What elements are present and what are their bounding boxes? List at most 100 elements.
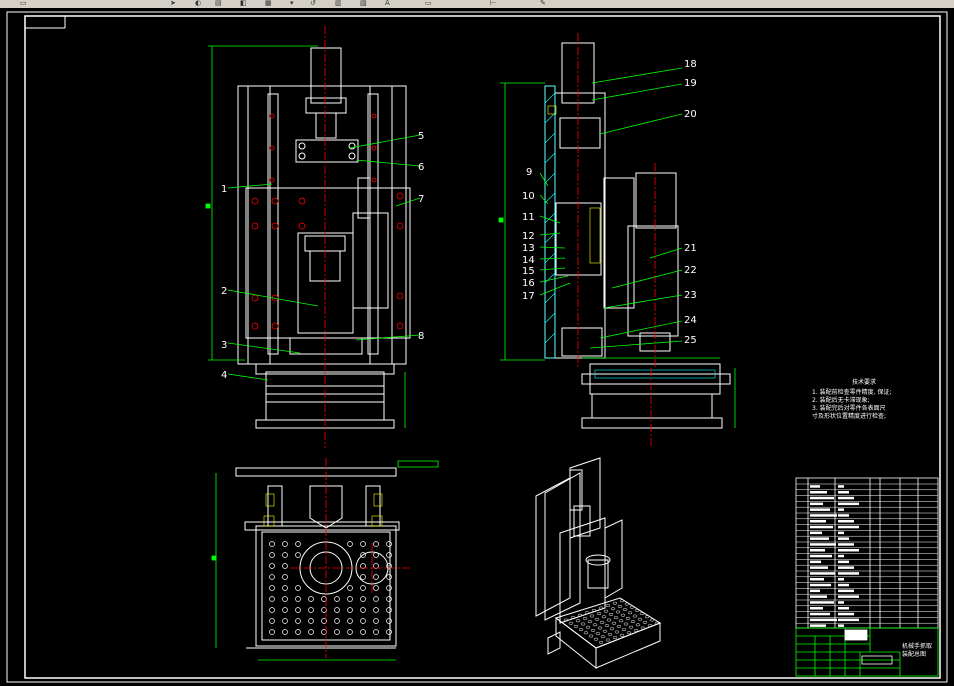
bom-entry-text [810, 612, 830, 616]
line-icon[interactable]: ▭ [425, 0, 432, 7]
bom-entry-text [810, 601, 834, 604]
bom-entry-text [810, 520, 826, 523]
iso-hole [634, 608, 640, 612]
iso-hole [568, 621, 574, 625]
iso-hole [622, 608, 628, 612]
part-label: 9 [526, 167, 532, 178]
undo-icon[interactable]: ↺ [310, 0, 316, 7]
table-icon[interactable]: ▥ [335, 0, 342, 7]
iso-hole [613, 616, 619, 620]
iso-hole [616, 624, 622, 628]
mount-hole [282, 618, 288, 624]
mount-hole [295, 552, 301, 558]
drawing-frame [6, 11, 948, 683]
measure-icon[interactable]: ⊢ [490, 0, 496, 7]
mount-hole [282, 585, 288, 591]
bom-entry-text [810, 589, 820, 593]
mount-hole [295, 607, 301, 613]
iso-hole [625, 616, 631, 620]
bom-entry-text [810, 514, 837, 517]
bom-entry-text [838, 572, 859, 575]
properties-icon[interactable]: ▤ [215, 0, 222, 7]
select-icon[interactable]: ➤ [170, 0, 176, 7]
iso-hole [642, 620, 648, 624]
iso-hole [649, 618, 655, 622]
dropdown-icon[interactable]: ▦ [265, 0, 272, 7]
bom-entry-text [838, 502, 859, 506]
iso-hole [619, 599, 625, 603]
part-labels-front: 1 2 3 4 5 6 7 8 [221, 131, 424, 381]
iso-hole [608, 612, 614, 616]
chart-icon[interactable]: ▧ [360, 0, 367, 7]
iso-hole [600, 635, 606, 639]
front-view-leaders [227, 134, 421, 381]
mount-hole [360, 541, 366, 547]
iso-hole [612, 636, 618, 640]
mount-hole [269, 585, 275, 591]
tech-note-line: 3. 装配完后对零件各表面尺 [812, 404, 886, 412]
mount-hole [269, 596, 275, 602]
iso-hole [620, 613, 626, 617]
mount-hole [347, 629, 353, 635]
mount-hole [347, 585, 353, 591]
layer-icon[interactable]: ◐ [195, 0, 201, 7]
iso-hole [594, 617, 600, 621]
iso-hole [589, 614, 595, 618]
mount-hole [295, 585, 301, 591]
part-label: 23 [684, 290, 697, 301]
iso-hole [614, 630, 620, 634]
mount-hole [269, 563, 275, 569]
refresh-icon[interactable]: ▾ [290, 0, 294, 7]
part-label: 16 [522, 278, 535, 289]
bom-entry-text [810, 624, 826, 627]
front-view [237, 47, 411, 429]
bom-rows [796, 483, 938, 627]
part-label: 20 [684, 109, 697, 120]
iso-hole [590, 628, 596, 632]
bom-entry-text [838, 531, 844, 535]
part-label: 5 [418, 131, 424, 142]
cad-drawing-area[interactable]: 技术要求 1. 装配前检查零件精度, 保证; 2. 装配后无卡滞现象; 3. 装… [0, 8, 954, 686]
iso-hole [605, 604, 611, 608]
iso-hole [585, 625, 591, 629]
iso-hole [580, 622, 586, 626]
mount-hole [282, 596, 288, 602]
part-labels-side: 9 10 11 12 13 14 15 16 17 18 19 20 21 22… [522, 59, 697, 346]
text-icon[interactable]: A [385, 0, 390, 7]
iso-hole [609, 627, 615, 631]
bom-entry-text [838, 566, 854, 569]
bom-entry-text [838, 537, 849, 540]
mount-hole [308, 607, 314, 613]
mount-hole [334, 629, 340, 635]
iso-hole [644, 615, 650, 619]
iso-hole [624, 602, 630, 606]
mount-hole [282, 629, 288, 635]
bom-entry-text [810, 485, 820, 488]
bom-entry-text [810, 496, 834, 500]
mount-hole [295, 596, 301, 602]
mount-hole [373, 596, 379, 602]
iso-hole [597, 626, 603, 630]
isometric-hole-grid [563, 599, 660, 644]
assembly-drawing: 技术要求 1. 装配前检查零件精度, 保证; 2. 装配后无卡滞现象; 3. 装… [6, 11, 948, 683]
mount-hole [360, 629, 366, 635]
bom-entry-text [810, 583, 831, 587]
part-label: 12 [522, 231, 535, 242]
arrow-icon[interactable]: ▭ [20, 0, 27, 7]
titleblock-text: 机械手抓取 装配总图 [902, 642, 932, 658]
iso-hole [607, 632, 613, 636]
iso-hole [619, 633, 625, 637]
match-icon[interactable]: ◧ [240, 0, 247, 7]
mount-hole [282, 607, 288, 613]
iso-hole [606, 618, 612, 622]
mount-hole [334, 596, 340, 602]
part-label: 22 [684, 265, 697, 276]
mount-hole [360, 585, 366, 591]
bom-entry-text [810, 618, 837, 622]
iso-hole [582, 616, 588, 620]
brush-icon[interactable]: ✎ [540, 0, 546, 7]
bom-entry-text [838, 583, 849, 587]
iso-hole [632, 614, 638, 618]
part-label: 17 [522, 291, 535, 302]
tech-notes: 技术要求 1. 装配前检查零件精度, 保证; 2. 装配后无卡滞现象; 3. 装… [812, 378, 891, 420]
